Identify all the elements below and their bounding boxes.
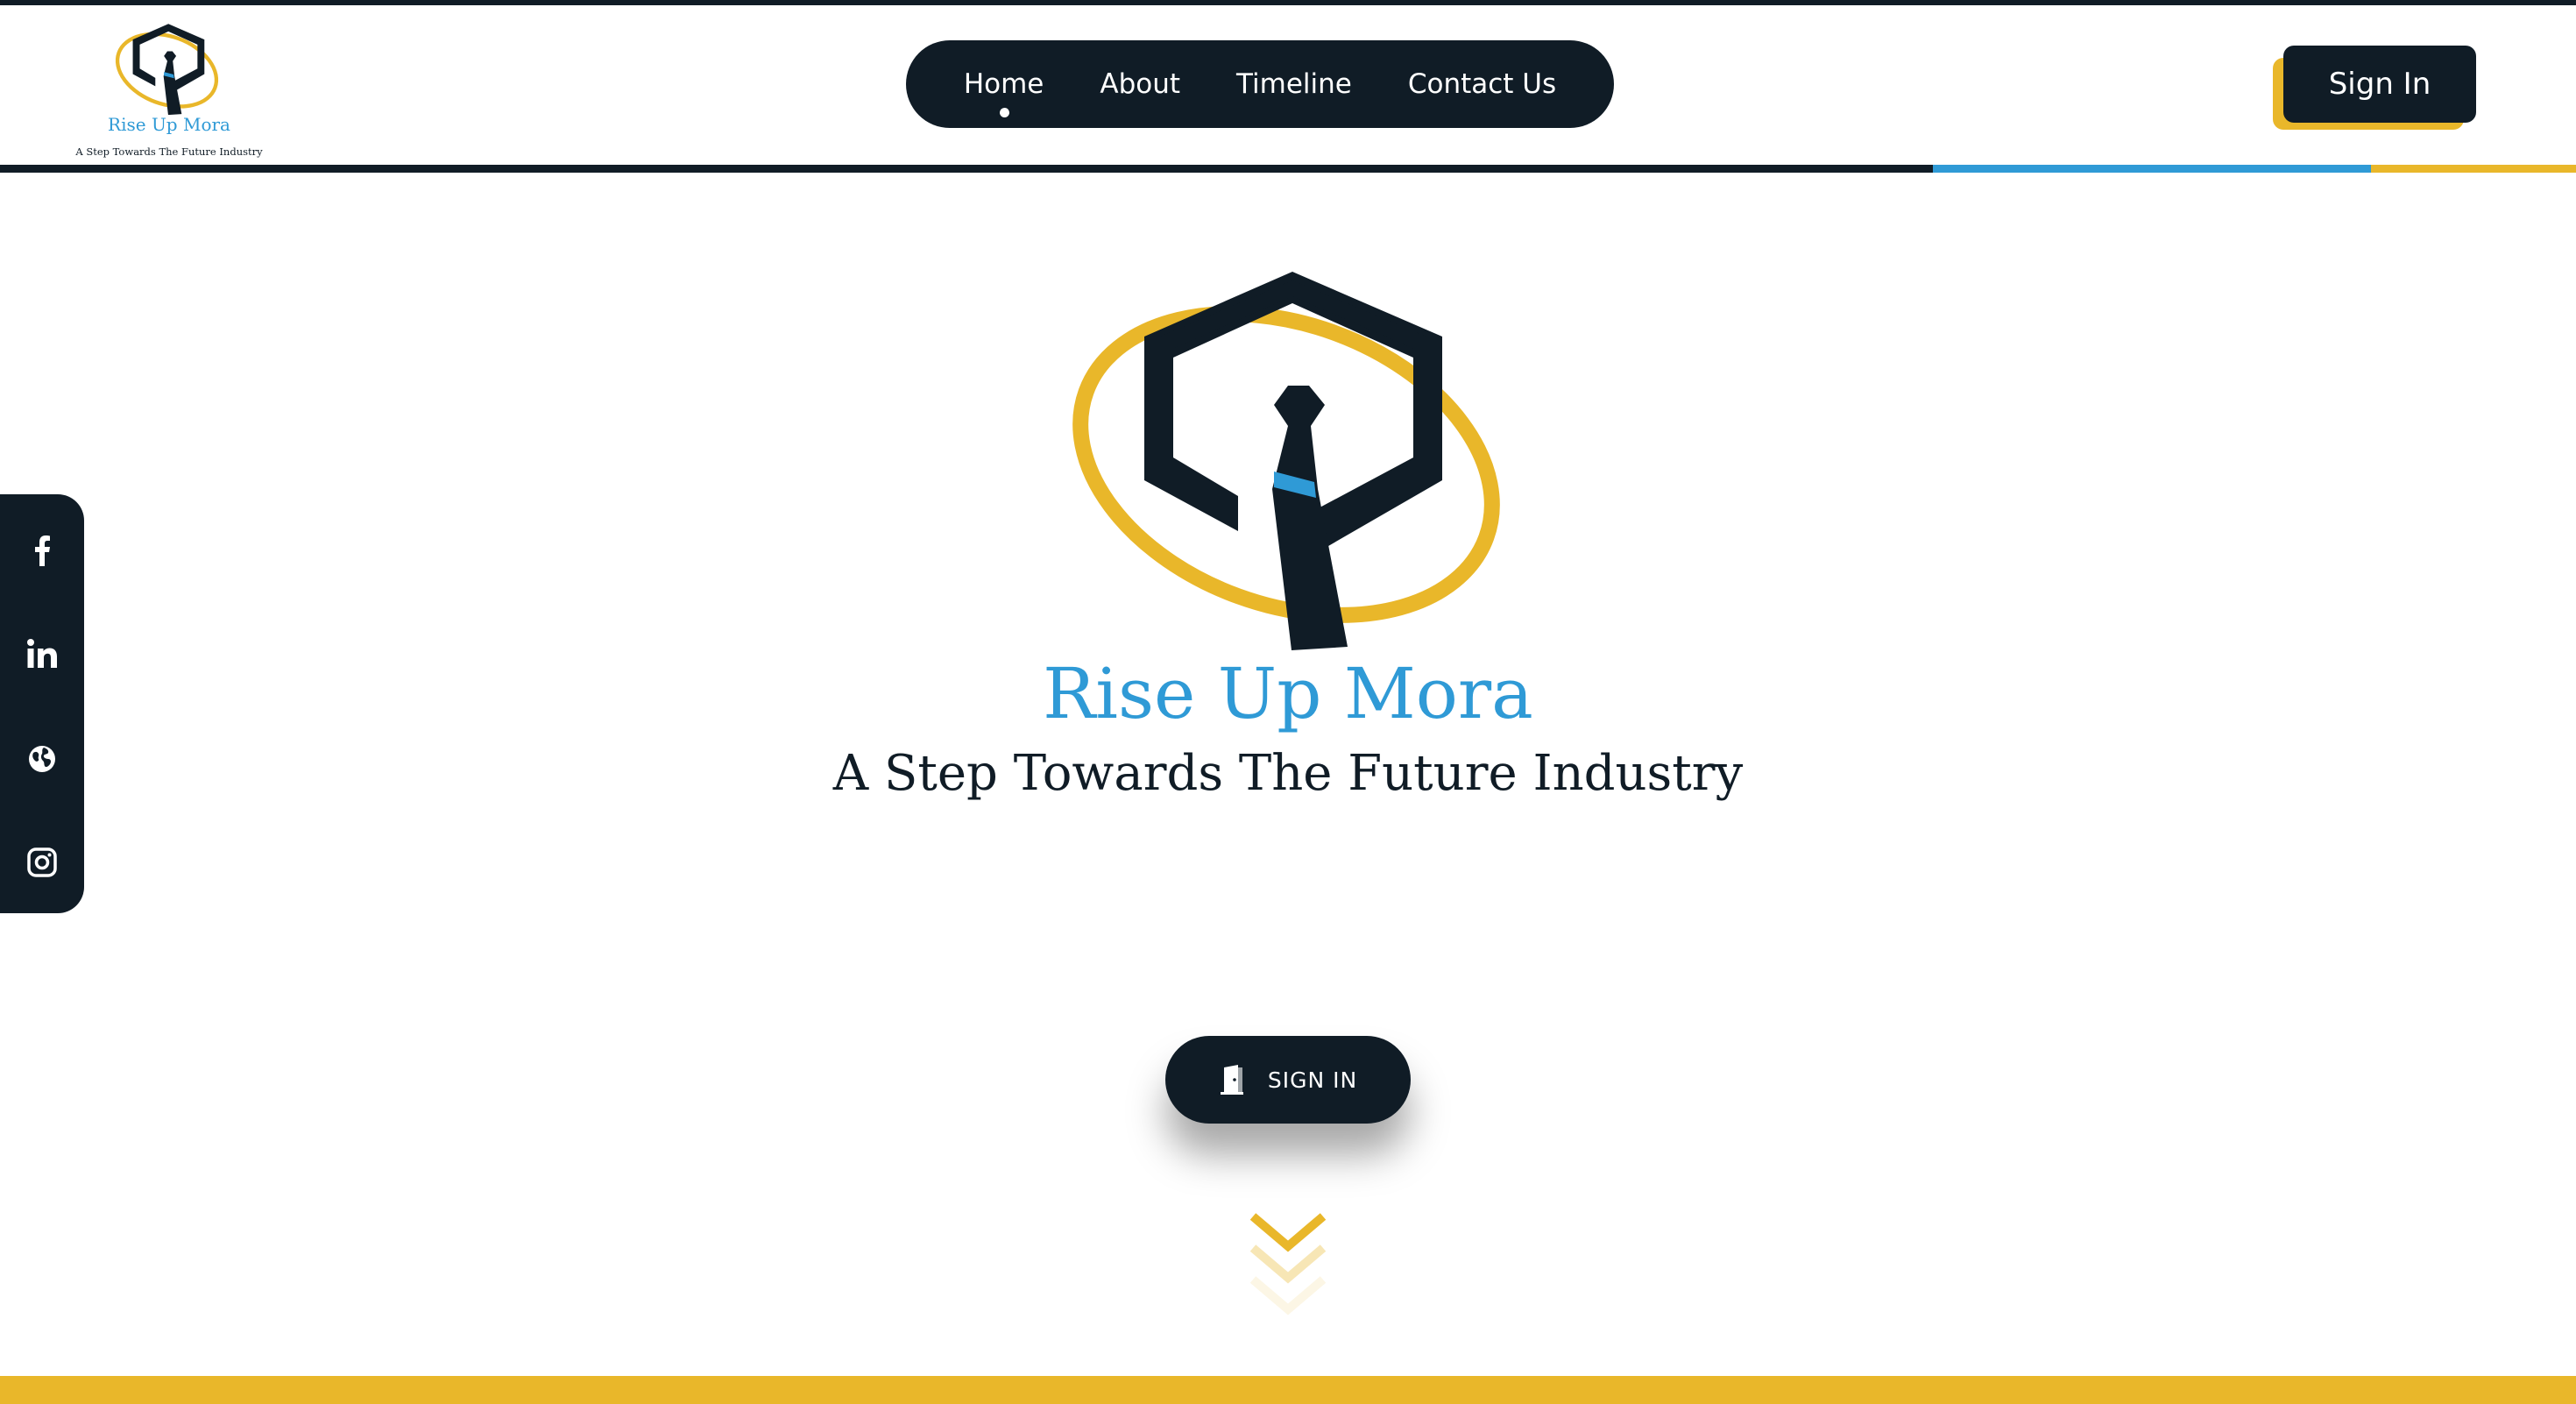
hero-logo-icon [1058,263,1514,650]
facebook-icon [35,535,50,566]
sign-in-button[interactable]: Sign In [2283,46,2476,123]
hero-sign-in-button[interactable]: SIGN IN [1165,1036,1411,1124]
hero-title: Rise Up Mora [1043,653,1533,734]
nav-item-timeline[interactable]: Timeline [1236,68,1352,100]
chevrons-down-icon[interactable] [1248,1211,1328,1320]
linkedin-icon [27,639,57,668]
header-stripe-dark [0,165,1933,173]
instagram-icon [27,847,57,877]
active-indicator [999,108,1009,117]
nav-item-about[interactable]: About [1100,68,1180,100]
hero-sign-in-label: SIGN IN [1267,1067,1358,1093]
brand-name: Rise Up Mora [108,114,230,135]
main-nav: Home About Timeline Contact Us [906,40,1614,128]
instagram-link[interactable] [14,834,70,890]
facebook-link[interactable] [14,522,70,578]
header-stripe-gold [2371,165,2576,173]
nav-item-home[interactable]: Home [963,68,1044,117]
nav-item-contact[interactable]: Contact Us [1408,68,1556,100]
social-sidebar [0,494,84,913]
brand-tagline: A Step Towards The Future Industry [75,145,263,158]
logo-icon [112,21,222,116]
header-stripe-blue [1933,165,2371,173]
header-sign-in: Sign In [2273,46,2476,133]
brand-logo[interactable]: Rise Up Mora A Step Towards The Future I… [68,21,270,158]
globe-icon [29,746,55,772]
nav-item-label: Home [963,68,1044,100]
nav-item-label: Timeline [1236,68,1352,100]
site-header: Rise Up Mora A Step Towards The Future I… [0,5,2576,165]
website-link[interactable] [14,731,70,787]
nav-item-label: About [1100,68,1181,100]
hero-tagline: A Step Towards The Future Industry [832,745,1744,802]
bottom-band [0,1376,2576,1404]
door-icon [1220,1065,1243,1095]
nav-item-label: Contact Us [1407,68,1557,100]
linkedin-link[interactable] [14,626,70,682]
